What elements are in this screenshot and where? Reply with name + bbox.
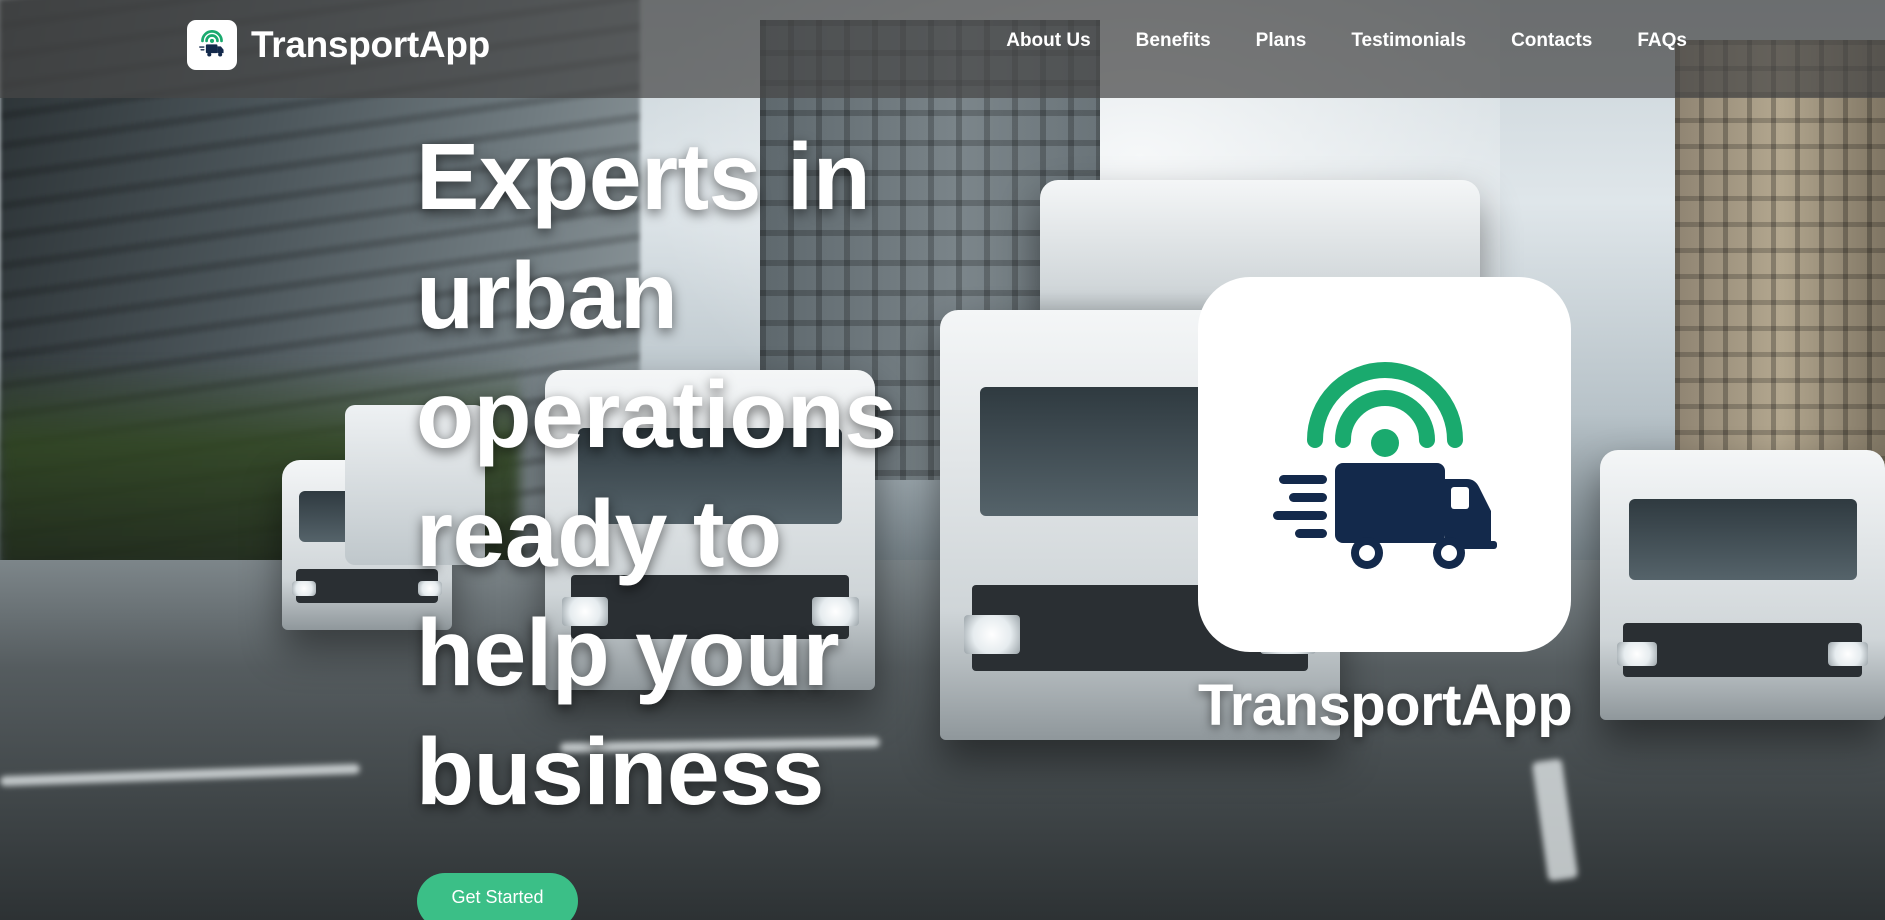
site-header: TransportApp About Us Benefits Plans Tes… bbox=[0, 0, 1885, 98]
hero-headline: Experts in urban operations ready to hel… bbox=[416, 124, 897, 825]
brand-name: TransportApp bbox=[251, 24, 490, 65]
nav-benefits[interactable]: Benefits bbox=[1136, 30, 1211, 52]
nav-about-us[interactable]: About Us bbox=[1006, 30, 1090, 52]
truck-signal-icon bbox=[187, 20, 237, 70]
main-nav: About Us Benefits Plans Testimonials Con… bbox=[1006, 30, 1687, 52]
nav-plans[interactable]: Plans bbox=[1256, 30, 1307, 52]
nav-faqs[interactable]: FAQs bbox=[1637, 30, 1687, 52]
app-card-title: TransportApp bbox=[1198, 673, 1573, 738]
get-started-button[interactable]: Get Started bbox=[417, 873, 578, 920]
truck-signal-icon bbox=[1272, 361, 1497, 569]
truck-right bbox=[1600, 450, 1885, 720]
nav-testimonials[interactable]: Testimonials bbox=[1351, 30, 1466, 52]
brand[interactable]: TransportApp bbox=[187, 20, 490, 70]
building-right bbox=[1675, 40, 1885, 470]
app-logo-card bbox=[1198, 277, 1571, 652]
nav-contacts[interactable]: Contacts bbox=[1511, 30, 1592, 52]
